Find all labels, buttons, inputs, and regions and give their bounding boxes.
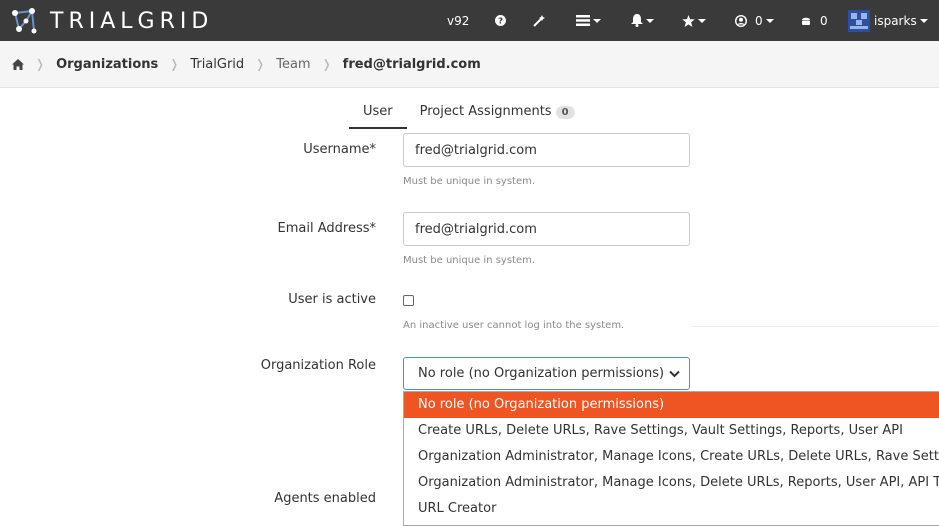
brand-logo[interactable]: TRIALGRID [10, 7, 213, 35]
role-selected-value: No role (no Organization permissions) [418, 366, 665, 381]
favorites-dropdown[interactable] [682, 0, 706, 41]
role-option[interactable]: Organization Administrator, Manage Icons… [404, 470, 939, 496]
caret-down-icon [698, 18, 706, 23]
role-options-list: No role (no Organization permissions) Cr… [403, 391, 939, 526]
breadcrumb-organizations[interactable]: Organizations [56, 57, 158, 72]
role-option[interactable]: Create URLs, Delete URLs, Rave Settings,… [404, 418, 939, 444]
user-count: 0 [755, 13, 763, 28]
email-label: Email Address* [277, 221, 376, 236]
brand-name-left: TRIAL [50, 8, 138, 34]
tab-user[interactable]: User [349, 100, 407, 129]
organization-role-select[interactable]: No role (no Organization permissions) [403, 357, 690, 390]
username-help: Must be unique in system. [403, 176, 536, 187]
users-dropdown[interactable]: 0 [735, 0, 774, 41]
menu-dropdown[interactable] [576, 0, 601, 41]
trialgrid-logo-icon [12, 8, 37, 34]
active-label: User is active [288, 292, 376, 307]
list-menu-icon [576, 15, 590, 26]
star-icon [682, 14, 695, 27]
notifications-dropdown[interactable] [631, 0, 654, 41]
bell-icon [631, 14, 643, 27]
caret-down-icon [593, 18, 601, 23]
tab-project-assignments-label: Project Assignments [419, 104, 552, 119]
email-field[interactable] [403, 212, 690, 246]
divider [690, 326, 939, 327]
tabs: User Project Assignments 0 [349, 100, 588, 129]
indicator-count: 0 [820, 13, 828, 28]
caret-down-icon [919, 18, 928, 23]
indicator-button[interactable]: 0 [801, 0, 828, 41]
account-username: isparks [874, 13, 917, 28]
home-icon[interactable] [12, 58, 24, 70]
avatar [848, 9, 870, 32]
breadcrumb-separator: ❭ [321, 57, 332, 71]
breadcrumb-team[interactable]: Team [276, 57, 310, 72]
user-circle-icon [735, 14, 747, 27]
breadcrumb-trialgrid[interactable]: TrialGrid [190, 57, 244, 72]
wand-button[interactable] [533, 0, 545, 41]
email-help: Must be unique in system. [403, 255, 536, 266]
brand-name-right: GRID [137, 8, 214, 34]
brand-name: TRIALGRID [50, 9, 213, 34]
caret-down-icon [646, 18, 654, 23]
help-button[interactable]: ? [495, 0, 506, 41]
magic-wand-icon [533, 14, 545, 27]
tab-count-badge: 0 [555, 106, 575, 119]
breadcrumb-separator: ❭ [169, 57, 180, 71]
role-option[interactable]: URL Creator [404, 496, 939, 522]
svg-text:?: ? [498, 16, 503, 26]
android-icon [802, 17, 810, 25]
username-field[interactable] [403, 133, 690, 167]
version-link[interactable]: v92 [447, 0, 469, 41]
breadcrumb-current-user: fred@trialgrid.com [342, 56, 481, 72]
version-label: v92 [447, 13, 470, 28]
breadcrumb-separator: ❭ [255, 57, 266, 71]
caret-down-icon [765, 18, 774, 23]
breadcrumb-separator: ❭ [35, 57, 46, 71]
tab-user-label: User [363, 104, 393, 119]
chevron-down-icon [669, 370, 680, 378]
tab-project-assignments[interactable]: Project Assignments 0 [407, 100, 588, 129]
active-checkbox[interactable] [403, 295, 414, 306]
top-navbar: TRIALGRID v92 ? 0 0 isparks [0, 0, 939, 41]
breadcrumb: ❭ Organizations ❭ TrialGrid ❭ Team ❭ fre… [0, 41, 939, 88]
question-circle-icon: ? [495, 15, 506, 26]
username-label: Username* [303, 142, 376, 157]
role-option[interactable]: No role (no Organization permissions) [404, 392, 939, 418]
role-label: Organization Role [260, 358, 376, 373]
agents-label: Agents enabled [274, 491, 376, 506]
active-help: An inactive user cannot log into the sys… [403, 320, 625, 331]
account-dropdown[interactable]: isparks [848, 0, 928, 41]
role-option[interactable]: Organization Administrator, Manage Icons… [404, 444, 939, 470]
